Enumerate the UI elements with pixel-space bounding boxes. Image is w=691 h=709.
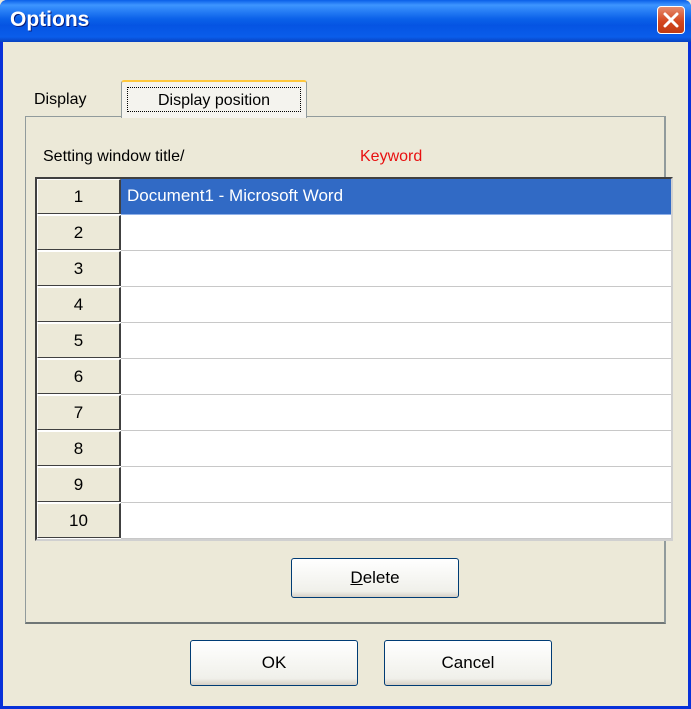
tab-display[interactable]: Display: [27, 85, 93, 115]
window-title-grid: 1 Document1 - Microsoft Word 2 3 4 5 6 7: [35, 177, 673, 541]
row-number[interactable]: 4: [37, 287, 121, 322]
setting-window-title-label: Setting window title/: [43, 148, 185, 165]
delete-mnemonic: D: [350, 568, 363, 587]
grid-row[interactable]: 8: [37, 431, 671, 467]
title-bar[interactable]: Options: [0, 0, 691, 42]
close-button[interactable]: [657, 6, 685, 34]
options-dialog: Options Display Display position Setting…: [0, 0, 691, 709]
row-cell[interactable]: [121, 323, 671, 359]
row-cell[interactable]: [121, 395, 671, 431]
row-number[interactable]: 5: [37, 323, 121, 358]
grid-row[interactable]: 5: [37, 323, 671, 359]
grid-row[interactable]: 10: [37, 503, 671, 539]
cancel-button[interactable]: Cancel: [384, 640, 552, 686]
row-cell[interactable]: Document1 - Microsoft Word: [121, 179, 671, 215]
window-title: Options: [10, 8, 90, 31]
grid-row[interactable]: 9: [37, 467, 671, 503]
grid-row[interactable]: 1 Document1 - Microsoft Word: [37, 179, 671, 215]
delete-label: elete: [362, 568, 400, 587]
row-cell[interactable]: [121, 215, 671, 251]
grid-row[interactable]: 2: [37, 215, 671, 251]
row-cell[interactable]: [121, 287, 671, 323]
row-number[interactable]: 6: [37, 359, 121, 394]
close-icon: [663, 12, 679, 28]
ok-button[interactable]: OK: [190, 640, 358, 686]
row-cell[interactable]: [121, 251, 671, 287]
delete-button[interactable]: Delete: [291, 558, 459, 598]
row-number[interactable]: 10: [37, 503, 121, 538]
row-cell[interactable]: [121, 467, 671, 503]
row-cell[interactable]: [121, 503, 671, 539]
row-number[interactable]: 2: [37, 215, 121, 250]
row-cell[interactable]: [121, 359, 671, 395]
row-number[interactable]: 7: [37, 395, 121, 430]
grid-row[interactable]: 4: [37, 287, 671, 323]
grid-row[interactable]: 3: [37, 251, 671, 287]
grid-row[interactable]: 6: [37, 359, 671, 395]
tab-display-position[interactable]: Display position: [121, 80, 307, 118]
row-number[interactable]: 9: [37, 467, 121, 502]
row-number[interactable]: 3: [37, 251, 121, 286]
grid-row[interactable]: 7: [37, 395, 671, 431]
keyword-label: Keyword: [360, 148, 423, 165]
row-cell[interactable]: [121, 431, 671, 467]
row-number[interactable]: 1: [37, 179, 121, 214]
row-number[interactable]: 8: [37, 431, 121, 466]
tab-display-position-label: Display position: [127, 87, 301, 112]
